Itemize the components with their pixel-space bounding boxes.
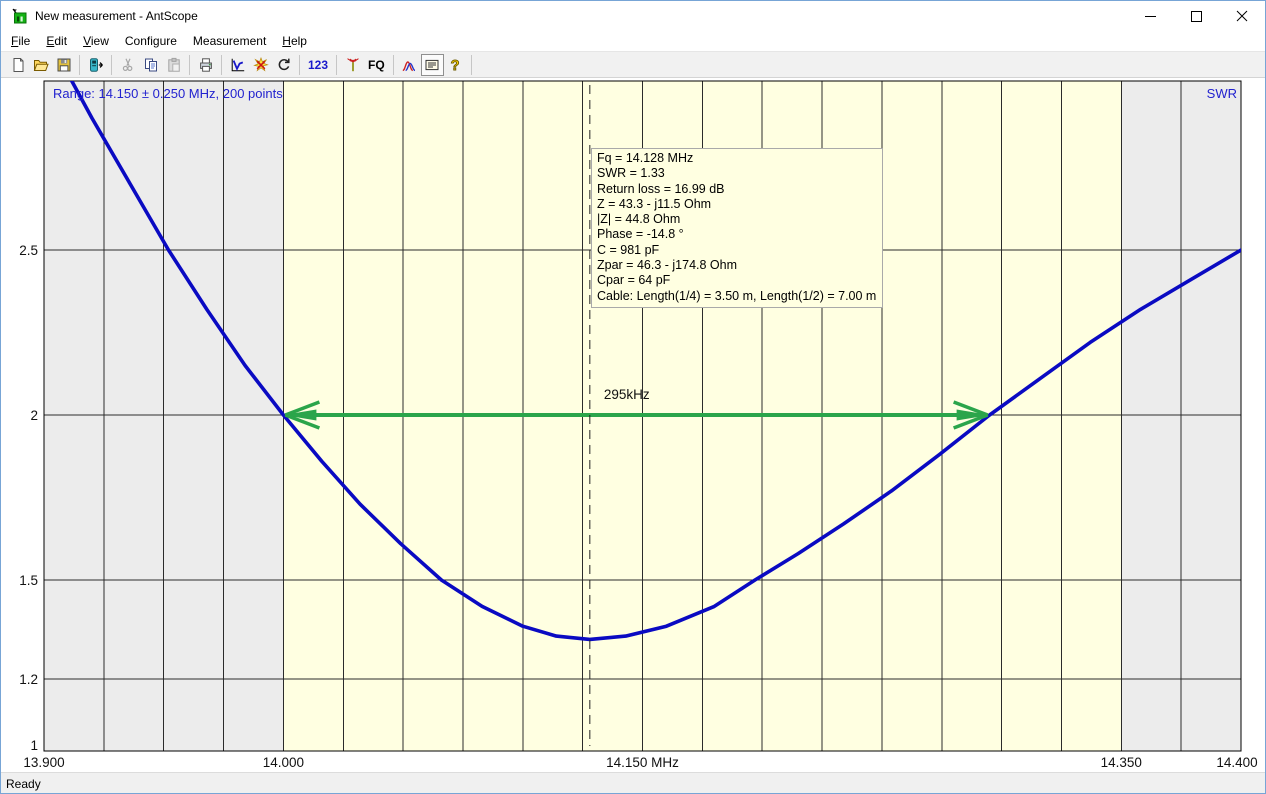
menu-configure[interactable]: Configure — [117, 32, 185, 51]
refresh-icon[interactable] — [272, 54, 295, 76]
new-document-icon[interactable] — [6, 54, 29, 76]
curves-icon[interactable] — [398, 54, 421, 76]
rx-chart-icon[interactable] — [249, 54, 272, 76]
tooltip-line: C = 981 pF — [597, 243, 876, 258]
x-tick-label: 14.000 — [263, 755, 304, 770]
cut-icon[interactable] — [116, 54, 139, 76]
antenna-icon[interactable] — [341, 54, 364, 76]
help-icon[interactable]: ? — [444, 54, 467, 76]
swr-chart-icon[interactable] — [226, 54, 249, 76]
points-123-button[interactable]: 123 — [304, 54, 332, 76]
tooltip-line: Phase = -14.8 ° — [597, 227, 876, 242]
tooltip-line: Zpar = 46.3 - j174.8 Ohm — [597, 258, 876, 273]
y-tick-label: 2 — [30, 408, 38, 423]
antscope-window: New measurement - AntScope FileEditViewC… — [0, 0, 1266, 794]
chart-area: 295kHz 13.900 14.000 14.150 MHz 14.350 14.400… — [1, 79, 1266, 772]
toolbar-separator — [336, 55, 337, 75]
tooltip-line: Cpar = 64 pF — [597, 273, 876, 288]
maximize-button[interactable] — [1173, 1, 1219, 31]
window-title: New measurement - AntScope — [35, 9, 1127, 23]
tooltip-line: |Z| = 44.8 Ohm — [597, 212, 876, 227]
marker-tooltip: Fq = 14.128 MHzSWR = 1.33Return loss = 1… — [591, 148, 883, 308]
x-tick-label: 14.150 MHz — [606, 755, 679, 770]
frequency-fq-button[interactable]: FQ — [364, 54, 389, 76]
y-tick-label: 1.5 — [19, 573, 38, 588]
toolbar-separator — [299, 55, 300, 75]
data-tooltip-toggle-icon[interactable] — [421, 54, 444, 76]
copy-icon[interactable] — [139, 54, 162, 76]
menu-edit[interactable]: Edit — [38, 32, 75, 51]
tooltip-line: Cable: Length(1/4) = 3.50 m, Length(1/2)… — [597, 289, 876, 304]
menu-measurement[interactable]: Measurement — [185, 32, 274, 51]
toolbar-separator — [79, 55, 80, 75]
bandwidth-label: 295kHz — [604, 387, 650, 402]
x-tick-label: 14.400 — [1216, 755, 1257, 770]
close-button[interactable] — [1219, 1, 1265, 31]
toolbar-separator — [393, 55, 394, 75]
x-tick-label: 14.350 — [1101, 755, 1142, 770]
y-tick-label: 1.2 — [19, 672, 38, 687]
menu-file[interactable]: File — [3, 32, 38, 51]
open-file-icon[interactable] — [29, 54, 52, 76]
svg-text:?: ? — [451, 58, 460, 73]
minimize-button[interactable] — [1127, 1, 1173, 31]
paste-icon[interactable] — [162, 54, 185, 76]
window-controls — [1127, 1, 1265, 31]
app-icon — [10, 8, 28, 24]
toolbar-separator — [221, 55, 222, 75]
print-icon[interactable] — [194, 54, 217, 76]
menu-view[interactable]: View — [75, 32, 117, 51]
tooltip-line: SWR = 1.33 — [597, 166, 876, 181]
tooltip-line: Z = 43.3 - j11.5 Ohm — [597, 197, 876, 212]
menu-bar: FileEditViewConfigureMeasurementHelp — [1, 31, 1265, 51]
toolbar-separator — [189, 55, 190, 75]
range-label: Range: 14.150 ± 0.250 MHz, 200 points — [53, 86, 283, 101]
tooltip-line: Fq = 14.128 MHz — [597, 151, 876, 166]
swr-axis-label: SWR — [1207, 86, 1237, 101]
x-tick-label: 13.900 — [23, 755, 64, 770]
status-text: Ready — [6, 777, 41, 791]
toolbar-separator — [111, 55, 112, 75]
title-bar: New measurement - AntScope — [1, 1, 1265, 31]
y-tick-label: 1 — [30, 738, 38, 753]
connect-analyzer-icon[interactable] — [84, 54, 107, 76]
tooltip-line: Return loss = 16.99 dB — [597, 182, 876, 197]
status-bar: Ready — [1, 772, 1265, 794]
menu-help[interactable]: Help — [274, 32, 315, 51]
toolbar-separator — [471, 55, 472, 75]
save-file-icon[interactable] — [52, 54, 75, 76]
toolbar: 123 FQ? — [1, 51, 1265, 78]
y-tick-label: 2.5 — [19, 243, 38, 258]
